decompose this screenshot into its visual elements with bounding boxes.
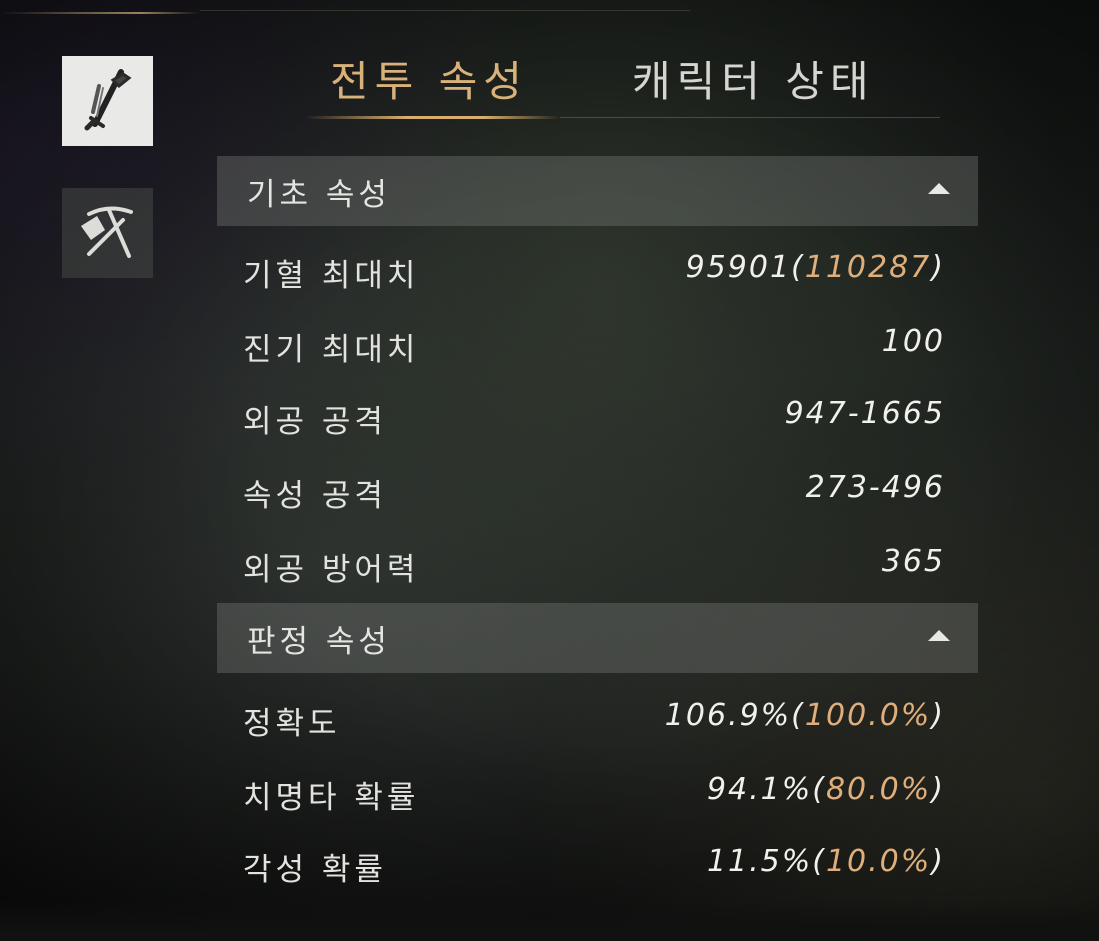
collapse-caret-icon[interactable] [928,183,950,194]
stat-label: 정확도 [243,706,341,742]
stat-label: 진기 최대치 [243,332,420,368]
side-tab-combat[interactable] [62,56,153,146]
stat-base-value: 10.0% [825,844,932,879]
stat-row: 치명타 확률 94.1%(80.0%) [243,772,945,822]
scroll-fade [0,900,1099,941]
top-divider [200,10,690,11]
section-header-basic[interactable]: 기초 속성 [217,156,978,226]
attribute-tabs: 전투 속성 캐릭터 상태 [300,48,940,118]
stat-label: 외공 방어력 [243,552,420,588]
stat-row: 외공 공격 947-1665 [243,396,945,446]
stat-value: 94.1%(80.0%) [706,772,945,807]
side-tab-gathering[interactable] [62,188,153,278]
active-tab-underline [305,116,560,119]
section-title: 기초 속성 [247,176,391,213]
stat-base-value: 100.0% [804,698,932,733]
stat-value: 273-496 [805,470,945,505]
stat-row: 각성 확률 11.5%(10.0%) [243,844,945,894]
tab-character-status[interactable]: 캐릭터 상태 [632,48,875,109]
stat-value: 106.9%(100.0%) [664,698,945,733]
stat-row: 기혈 최대치 95901(110287) [243,250,945,300]
stat-row: 속성 공격 273-496 [243,470,945,520]
stat-base-value: 80.0% [825,772,932,807]
stat-value: 365 [881,544,945,579]
tab-combat-attributes[interactable]: 전투 속성 [330,48,528,109]
stat-label: 치명타 확률 [243,780,420,816]
collapse-caret-icon[interactable] [928,630,950,641]
sword-icon [84,69,132,131]
stat-base-value: 110287 [804,250,932,285]
stat-row: 정확도 106.9%(100.0%) [243,698,945,748]
tab-divider [560,117,940,118]
top-decor-line [0,12,200,14]
stat-label: 속성 공격 [243,478,387,514]
stat-value: 95901(110287) [685,250,945,285]
section-title: 판정 속성 [247,623,391,660]
section-header-judgement[interactable]: 판정 속성 [217,603,978,673]
stat-label: 각성 확률 [243,852,387,888]
stat-label: 기혈 최대치 [243,258,420,294]
stat-value: 100 [881,324,945,359]
shovel-pickaxe-icon [80,206,133,258]
stat-label: 외공 공격 [243,404,387,440]
stat-value: 947-1665 [784,396,945,431]
stat-row: 외공 방어력 365 [243,544,945,594]
stat-value: 11.5%(10.0%) [706,844,945,879]
stat-row: 진기 최대치 100 [243,324,945,374]
